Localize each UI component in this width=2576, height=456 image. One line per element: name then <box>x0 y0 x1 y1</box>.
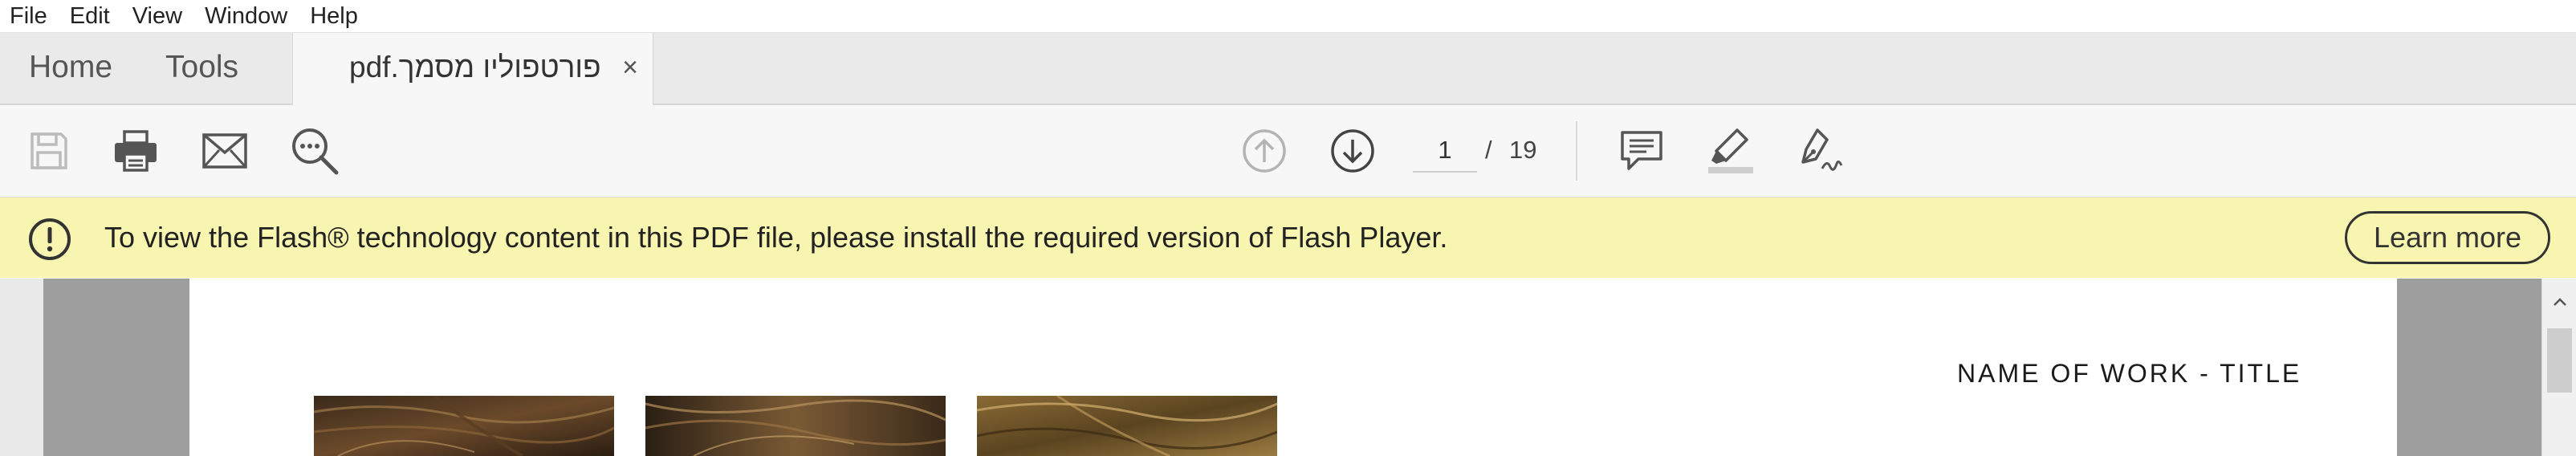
email-icon[interactable] <box>197 123 253 179</box>
work-title: NAME OF WORK - TITLE <box>1957 359 2302 388</box>
comment-icon[interactable] <box>1614 123 1670 179</box>
scroll-up-arrow-icon[interactable] <box>2542 290 2576 314</box>
hair-photo-2 <box>645 396 946 456</box>
tab-tools[interactable]: Tools <box>165 33 238 104</box>
page-total: 19 <box>1509 136 1537 164</box>
page-number-input[interactable] <box>1413 129 1477 173</box>
page-margin-left <box>43 279 189 456</box>
tab-document[interactable]: פורטפוליו מסמך.pdf × <box>292 33 653 105</box>
notification-message: To view the Flash® technology content in… <box>104 221 1448 254</box>
print-icon[interactable] <box>108 123 164 179</box>
sign-icon[interactable] <box>1790 123 1846 179</box>
scrollbar-thumb[interactable] <box>2547 328 2572 393</box>
navigation-pane-edge <box>0 279 43 456</box>
pdf-page[interactable]: NAME OF WORK - TITLE <box>189 279 2397 456</box>
search-more-icon[interactable] <box>287 123 343 179</box>
menu-bar: File Edit View Window Help <box>0 0 2576 33</box>
flash-notification-bar: To view the Flash® technology content in… <box>0 197 2576 278</box>
page-separator: / <box>1485 136 1492 164</box>
close-tab-icon[interactable]: × <box>622 33 638 102</box>
tab-home[interactable]: Home <box>29 33 112 104</box>
document-view[interactable]: NAME OF WORK - TITLE <box>0 279 2576 456</box>
menu-edit[interactable]: Edit <box>59 0 121 32</box>
hair-photo-1 <box>314 396 614 456</box>
learn-more-button[interactable]: Learn more <box>2345 211 2550 264</box>
exclamation-circle-icon <box>29 218 71 260</box>
menu-view[interactable]: View <box>121 0 193 32</box>
hair-photo-3 <box>977 396 1277 456</box>
next-page-icon[interactable] <box>1325 123 1381 179</box>
vertical-scrollbar[interactable] <box>2541 279 2576 456</box>
document-tab-title: פורטפוליו מסמך.pdf <box>349 51 601 83</box>
toolbar: / 19 <box>0 105 2576 197</box>
page-margin-right <box>2397 279 2541 456</box>
menu-file[interactable]: File <box>0 0 59 32</box>
menu-window[interactable]: Window <box>193 0 299 32</box>
toolbar-divider <box>1576 121 1577 181</box>
prev-page-icon[interactable] <box>1236 123 1292 179</box>
tab-bar: Home Tools פורטפוליו מסמך.pdf × <box>0 33 2576 105</box>
save-icon[interactable] <box>21 123 77 179</box>
menu-help[interactable]: Help <box>299 0 369 32</box>
highlight-icon[interactable] <box>1702 123 1758 179</box>
